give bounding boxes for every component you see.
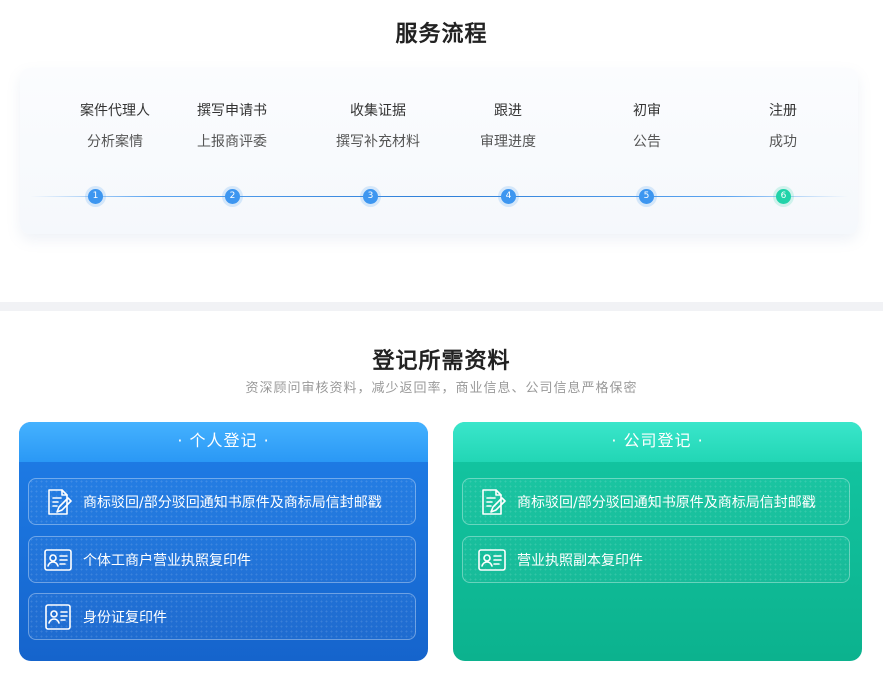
step-4-line1: 跟进 — [494, 103, 522, 119]
step-2-line2: 上报商评委 — [197, 134, 267, 150]
process-title: 服务流程 — [395, 22, 488, 47]
step-2-number: 2 — [225, 189, 240, 204]
step-5: 初审 公告 — [577, 100, 717, 153]
personal-item-id-card: 身份证复印件 — [28, 593, 416, 640]
step-3-number: 3 — [363, 189, 378, 204]
personal-item-business-license-label: 个体工商户营业执照复印件 — [83, 552, 251, 569]
license-icon — [43, 545, 73, 575]
personal-item-rejection-notice-label: 商标驳回/部分驳回通知书原件及商标局信封邮戳 — [83, 494, 382, 511]
step-2-line1: 撰写申请书 — [197, 103, 267, 119]
step-6: 注册 成功 — [713, 100, 853, 153]
section-divider — [0, 302, 883, 311]
company-item-rejection-notice: 商标驳回/部分驳回通知书原件及商标局信封邮戳 — [462, 478, 850, 525]
personal-registration-panel: · 个人登记 · 商标驳回/部分驳回通知书原件及商标局信封邮戳 个体工商户营业执… — [19, 422, 428, 661]
step-6-line2: 成功 — [769, 134, 797, 150]
materials-title: 登记所需资料 — [372, 349, 511, 374]
step-5-number: 5 — [639, 189, 654, 204]
step-5-line2: 公告 — [633, 134, 661, 150]
company-item-rejection-notice-label: 商标驳回/部分驳回通知书原件及商标局信封邮戳 — [517, 494, 816, 511]
id-card-icon — [43, 602, 73, 632]
step-4-line2: 审理进度 — [480, 134, 536, 150]
document-edit-icon — [43, 487, 73, 517]
step-1-number: 1 — [88, 189, 103, 204]
license-icon — [477, 545, 507, 575]
personal-item-business-license: 个体工商户营业执照复印件 — [28, 536, 416, 583]
company-registration-title: · 公司登记 · — [453, 422, 862, 462]
materials-subtitle: 资深顾问审核资料，减少返回率，商业信息、公司信息严格保密 — [245, 381, 638, 396]
process-card: 案件代理人 分析案情 撰写申请书 上报商评委 收集证据 撰写补充材料 跟进 审理… — [20, 68, 858, 234]
personal-registration-title: · 个人登记 · — [19, 422, 428, 462]
step-3-line1: 收集证据 — [350, 103, 406, 119]
process-timeline — [30, 196, 848, 197]
step-3-line2: 撰写补充材料 — [336, 134, 420, 150]
document-edit-icon — [477, 487, 507, 517]
company-registration-panel: · 公司登记 · 商标驳回/部分驳回通知书原件及商标局信封邮戳 营业执照副本复印… — [453, 422, 862, 661]
step-6-line1: 注册 — [769, 103, 797, 119]
step-4-number: 4 — [501, 189, 516, 204]
step-3: 收集证据 撰写补充材料 — [308, 100, 448, 153]
personal-item-rejection-notice: 商标驳回/部分驳回通知书原件及商标局信封邮戳 — [28, 478, 416, 525]
step-5-line1: 初审 — [633, 103, 661, 119]
step-2: 撰写申请书 上报商评委 — [162, 100, 302, 153]
company-item-license-copy-label: 营业执照副本复印件 — [517, 552, 643, 569]
step-4: 跟进 审理进度 — [438, 100, 578, 153]
step-6-number: 6 — [776, 189, 791, 204]
company-item-license-copy: 营业执照副本复印件 — [462, 536, 850, 583]
personal-item-id-card-label: 身份证复印件 — [83, 609, 167, 626]
